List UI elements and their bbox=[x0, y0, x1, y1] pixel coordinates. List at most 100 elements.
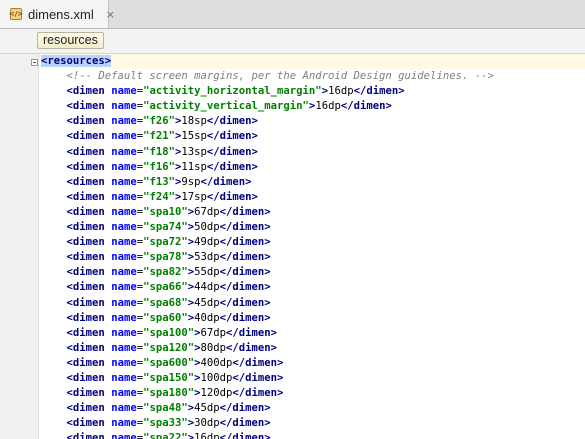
dimen-close-tag: </dimen> bbox=[219, 432, 271, 439]
name-attribute: name bbox=[111, 85, 137, 98]
dimen-close-tag: </dimen> bbox=[219, 417, 271, 430]
name-attribute: name bbox=[111, 221, 137, 234]
dimen-close-tag: </dimen> bbox=[219, 205, 271, 218]
code-editor[interactable]: <resources> <!-- Default screen margins,… bbox=[39, 54, 585, 439]
dimen-open-tag: <dimen bbox=[66, 145, 105, 158]
code-line-dimen: <dimen name="spa600">400dp</dimen> bbox=[41, 356, 494, 371]
code-line-root: <resources> bbox=[41, 54, 494, 69]
dimen-value: 30dp bbox=[194, 417, 220, 430]
dimen-open-tag: <dimen bbox=[66, 341, 105, 354]
tab-dimens-xml[interactable]: </> dimens.xml × bbox=[0, 0, 115, 28]
code-line-dimen: <dimen name="spa180">120dp</dimen> bbox=[41, 386, 494, 401]
name-attribute: name bbox=[111, 160, 137, 173]
name-attribute: name bbox=[111, 266, 137, 279]
root-tag[interactable]: <resources> bbox=[41, 55, 112, 67]
dimen-open-tag: <dimen bbox=[66, 281, 105, 294]
dimen-open-tag: <dimen bbox=[66, 432, 105, 439]
xml-file-icon: </> bbox=[8, 8, 24, 20]
dimen-value: 80dp bbox=[200, 341, 227, 354]
dimen-open-tag: <dimen bbox=[66, 326, 105, 339]
dimen-name-value: "spa66" bbox=[143, 281, 188, 294]
code-line-dimen: <dimen name="spa72">49dp</dimen> bbox=[41, 235, 494, 250]
dimen-value: 67dp bbox=[194, 205, 220, 218]
name-attribute: name bbox=[111, 371, 137, 384]
dimen-open-tag: <dimen bbox=[66, 402, 105, 415]
dimen-name-value: "spa82" bbox=[143, 266, 188, 279]
dimen-close-tag: </dimen> bbox=[219, 266, 271, 279]
name-attribute: name bbox=[111, 311, 137, 324]
breadcrumb-resources[interactable]: resources bbox=[37, 32, 104, 49]
dimen-name-value: "f13" bbox=[143, 175, 175, 188]
dimen-close-tag: </dimen> bbox=[232, 356, 284, 369]
dimen-value: 16dp bbox=[194, 432, 220, 439]
dimen-name-value: "spa150" bbox=[143, 371, 195, 384]
dimen-open-tag: <dimen bbox=[66, 130, 105, 143]
dimen-close-tag: </dimen> bbox=[206, 115, 258, 128]
dimen-name-value: "spa78" bbox=[143, 251, 188, 264]
editor-tab-bar: </> dimens.xml × bbox=[0, 0, 585, 29]
close-icon[interactable]: × bbox=[106, 8, 115, 21]
dimen-close-tag: </dimen> bbox=[206, 130, 258, 143]
code-line-dimen: <dimen name="spa78">53dp</dimen> bbox=[41, 250, 494, 265]
code-line-dimen: <dimen name="f26">18sp</dimen> bbox=[41, 114, 494, 129]
code-line-dimen: <dimen name="activity_vertical_margin">1… bbox=[41, 99, 494, 114]
dimen-open-tag: <dimen bbox=[66, 100, 105, 113]
tab-label: dimens.xml bbox=[28, 6, 94, 22]
dimen-name-value: "spa600" bbox=[143, 356, 195, 369]
dimen-name-value: "spa100" bbox=[143, 326, 195, 339]
dimen-close-tag: </dimen> bbox=[219, 221, 271, 234]
dimen-open-tag: <dimen bbox=[66, 190, 105, 203]
code-line-comment: <!-- Default screen margins, per the And… bbox=[41, 69, 494, 84]
dimen-open-tag: <dimen bbox=[66, 311, 105, 324]
editor-gutter[interactable] bbox=[0, 54, 39, 439]
dimen-value: 100dp bbox=[200, 371, 233, 384]
code-line-dimen: <dimen name="f24">17sp</dimen> bbox=[41, 190, 494, 205]
dimen-close-tag: </dimen> bbox=[200, 175, 252, 188]
dimen-value: 44dp bbox=[194, 281, 220, 294]
name-attribute: name bbox=[111, 387, 137, 400]
dimen-value: 400dp bbox=[200, 356, 233, 369]
fold-icon[interactable] bbox=[31, 59, 38, 66]
name-attribute: name bbox=[111, 296, 137, 309]
code-line-dimen: <dimen name="spa82">55dp</dimen> bbox=[41, 265, 494, 280]
dimen-value: 13sp bbox=[181, 145, 207, 158]
dimen-open-tag: <dimen bbox=[66, 417, 105, 430]
name-attribute: name bbox=[111, 432, 137, 439]
code-line-dimen: <dimen name="spa33">30dp</dimen> bbox=[41, 416, 494, 431]
dimen-name-value: "spa72" bbox=[143, 236, 188, 249]
dimen-close-tag: </dimen> bbox=[219, 311, 271, 324]
dimen-close-tag: </dimen> bbox=[232, 371, 284, 384]
dimen-close-tag: </dimen> bbox=[219, 402, 271, 415]
code-line-dimen: <dimen name="spa100">67dp</dimen> bbox=[41, 326, 494, 341]
dimen-name-value: "f21" bbox=[143, 130, 175, 143]
dimen-name-value: "spa10" bbox=[143, 205, 188, 218]
code-line-dimen: <dimen name="spa74">50dp</dimen> bbox=[41, 220, 494, 235]
dimen-close-tag: </dimen> bbox=[226, 326, 278, 339]
dimen-value: 45dp bbox=[194, 402, 220, 415]
dimen-value: 45dp bbox=[194, 296, 220, 309]
code-line-dimen: <dimen name="spa60">40dp</dimen> bbox=[41, 311, 494, 326]
dimen-open-tag: <dimen bbox=[66, 115, 105, 128]
dimen-close-tag: </dimen> bbox=[232, 387, 284, 400]
dimen-value: 16dp bbox=[315, 100, 341, 113]
code-line-dimen: <dimen name="f21">15sp</dimen> bbox=[41, 129, 494, 144]
dimen-value: 18sp bbox=[181, 115, 207, 128]
dimen-open-tag: <dimen bbox=[66, 356, 105, 369]
name-attribute: name bbox=[111, 326, 137, 339]
name-attribute: name bbox=[111, 356, 137, 369]
name-attribute: name bbox=[111, 145, 137, 158]
dimen-open-tag: <dimen bbox=[66, 251, 105, 264]
name-attribute: name bbox=[111, 190, 137, 203]
dimen-close-tag: </dimen> bbox=[206, 145, 258, 158]
dimen-name-value: "spa120" bbox=[143, 341, 195, 354]
name-attribute: name bbox=[111, 251, 137, 264]
dimen-name-value: "f26" bbox=[143, 115, 175, 128]
code-line-dimen: <dimen name="spa150">100dp</dimen> bbox=[41, 371, 494, 386]
code-line-dimen: <dimen name="activity_horizontal_margin"… bbox=[41, 84, 494, 99]
name-attribute: name bbox=[111, 236, 137, 249]
dimen-open-tag: <dimen bbox=[66, 175, 105, 188]
dimen-close-tag: </dimen> bbox=[206, 190, 258, 203]
dimen-close-tag: </dimen> bbox=[353, 85, 405, 98]
name-attribute: name bbox=[111, 402, 137, 415]
name-attribute: name bbox=[111, 175, 137, 188]
